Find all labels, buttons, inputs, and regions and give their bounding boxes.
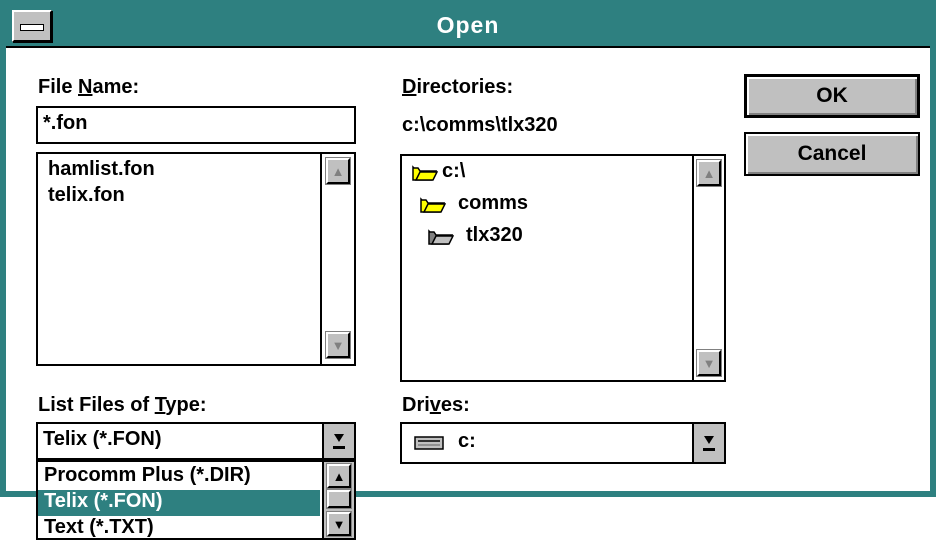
file-name-label: File Name: xyxy=(38,76,140,98)
current-directory: c:\comms\tlx320 xyxy=(402,114,558,136)
file-type-value: Telix (*.FON) xyxy=(43,428,162,450)
file-type-label: List Files of Type: xyxy=(38,394,207,416)
drives-value: c: xyxy=(458,430,476,452)
drives-select[interactable]: c: xyxy=(400,422,726,464)
cancel-button[interactable]: Cancel xyxy=(744,132,920,176)
drives-label: Drives: xyxy=(402,394,470,416)
tree-item-comms[interactable]: comms xyxy=(458,192,528,215)
ok-button[interactable]: OK xyxy=(744,74,920,118)
open-folder-icon xyxy=(420,197,446,213)
file-name-value: *.fon xyxy=(43,112,88,134)
open-folder-selected-icon xyxy=(428,229,454,245)
directories-label: Directories: xyxy=(402,76,514,98)
file-list[interactable]: hamlist.fon telix.fon ▲ ▼ xyxy=(36,152,356,366)
file-name-input[interactable]: *.fon xyxy=(36,106,356,144)
scroll-down-arrow-icon[interactable]: ▼ xyxy=(326,511,352,537)
dropdown-scrollbar[interactable]: ▲ ▼ xyxy=(322,462,354,538)
dropdown-option-selected[interactable]: Telix (*.FON) xyxy=(38,490,320,516)
scroll-up-arrow-icon[interactable]: ▲ xyxy=(326,463,352,489)
hard-drive-icon xyxy=(414,436,444,450)
directory-tree[interactable]: c:\ comms tlx320 ▲ ▼ xyxy=(400,154,726,382)
file-type-dropdown-list[interactable]: Procomm Plus (*.DIR) Telix (*.FON) Text … xyxy=(36,460,356,540)
scroll-up-arrow-icon[interactable]: ▲ xyxy=(696,159,722,187)
scroll-up-arrow-icon[interactable]: ▲ xyxy=(325,157,351,185)
open-folder-icon xyxy=(412,165,438,181)
window-title: Open xyxy=(436,12,500,38)
scroll-down-arrow-icon[interactable]: ▼ xyxy=(325,331,351,359)
directory-scrollbar[interactable]: ▲ ▼ xyxy=(692,156,724,380)
dropdown-option[interactable]: Procomm Plus (*.DIR) xyxy=(38,464,320,490)
file-type-select[interactable]: Telix (*.FON) xyxy=(36,422,356,460)
list-item[interactable]: hamlist.fon xyxy=(48,158,155,181)
title-bar[interactable]: Open xyxy=(6,6,930,48)
dropdown-option[interactable]: Text (*.TXT) xyxy=(38,516,320,542)
scroll-thumb[interactable] xyxy=(326,489,352,509)
tree-item-root[interactable]: c:\ xyxy=(442,160,465,183)
scroll-down-arrow-icon[interactable]: ▼ xyxy=(696,349,722,377)
tree-item-tlx320[interactable]: tlx320 xyxy=(466,224,523,247)
list-item[interactable]: telix.fon xyxy=(48,184,125,207)
file-list-scrollbar[interactable]: ▲ ▼ xyxy=(320,154,354,364)
dropdown-arrow-icon[interactable] xyxy=(322,424,354,458)
dropdown-arrow-icon[interactable] xyxy=(692,424,724,462)
